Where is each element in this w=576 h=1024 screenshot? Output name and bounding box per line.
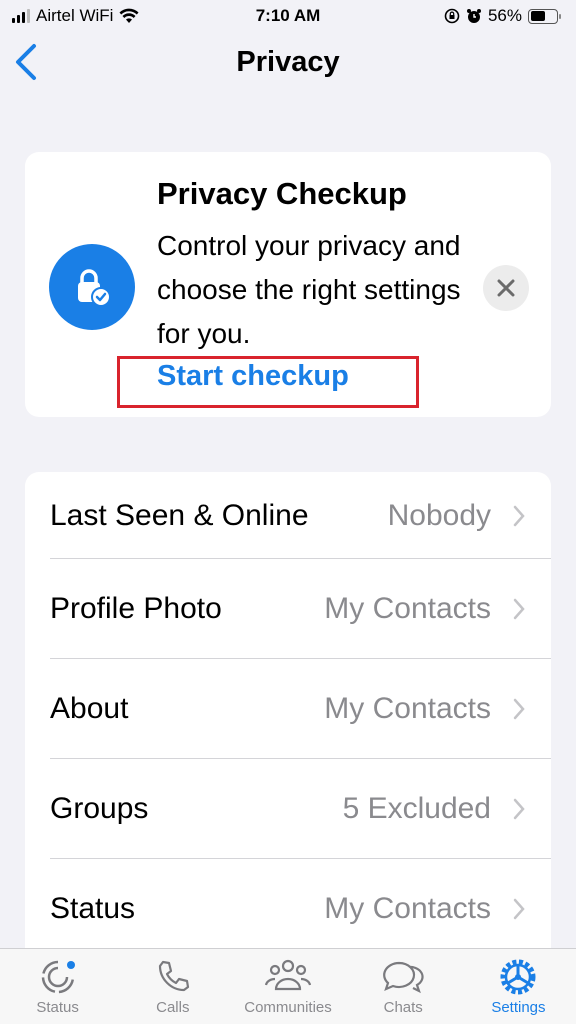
row-label: Profile Photo bbox=[50, 592, 222, 625]
rotation-lock-icon bbox=[444, 8, 460, 24]
dismiss-button[interactable] bbox=[483, 265, 529, 311]
row-label: Groups bbox=[50, 792, 149, 825]
tab-label: Calls bbox=[156, 999, 190, 1016]
row-label: Last Seen & Online bbox=[50, 498, 309, 532]
chevron-right-icon bbox=[513, 505, 525, 526]
row-value: 5 Excluded bbox=[342, 792, 491, 825]
chats-icon bbox=[383, 961, 424, 994]
page-title: Privacy bbox=[236, 46, 340, 78]
card-description: Control your privacy and choose the righ… bbox=[157, 230, 461, 349]
chevron-right-icon bbox=[513, 798, 525, 820]
tab-communities[interactable]: Communities bbox=[230, 949, 345, 1024]
setting-row-last-seen[interactable]: Last Seen & Online Nobody bbox=[25, 472, 551, 559]
row-value: My Contacts bbox=[324, 892, 491, 925]
setting-row-status[interactable]: Status My Contacts bbox=[25, 859, 551, 959]
card-title: Privacy Checkup bbox=[157, 176, 407, 211]
start-checkup-link[interactable]: Start checkup bbox=[157, 360, 349, 393]
chevron-right-icon bbox=[513, 598, 525, 620]
phone-icon bbox=[158, 960, 189, 992]
nav-bar: Privacy bbox=[0, 40, 576, 90]
alarm-icon bbox=[466, 9, 481, 23]
setting-row-profile-photo[interactable]: Profile Photo My Contacts bbox=[25, 559, 551, 659]
chevron-right-icon bbox=[513, 898, 525, 920]
status-bar: Airtel WiFi 7:10 AM 56% bbox=[0, 0, 576, 34]
lock-check-icon bbox=[49, 244, 135, 330]
row-value: My Contacts bbox=[324, 692, 491, 725]
battery-icon bbox=[528, 8, 561, 24]
row-label: Status bbox=[50, 892, 136, 925]
privacy-settings-list: Last Seen & Online Nobody Profile Photo … bbox=[25, 472, 551, 962]
tab-label: Communities bbox=[244, 999, 332, 1016]
communities-icon bbox=[264, 959, 312, 991]
close-icon bbox=[497, 279, 515, 297]
tab-status[interactable]: Status bbox=[0, 949, 115, 1024]
gear-icon bbox=[500, 959, 536, 995]
tab-chats[interactable]: Chats bbox=[346, 949, 461, 1024]
tab-label: Status bbox=[36, 999, 79, 1016]
setting-row-groups[interactable]: Groups 5 Excluded bbox=[25, 759, 551, 859]
tab-settings[interactable]: Settings bbox=[461, 949, 576, 1024]
tab-calls[interactable]: Calls bbox=[115, 949, 230, 1024]
row-value: My Contacts bbox=[324, 592, 491, 625]
chevron-right-icon bbox=[513, 698, 525, 720]
privacy-checkup-card: Privacy Checkup Control your privacy and… bbox=[25, 152, 551, 417]
tab-label: Chats bbox=[383, 999, 423, 1016]
battery-percent: 56% bbox=[487, 6, 522, 25]
tab-label: Settings bbox=[491, 999, 546, 1016]
tab-bar: Status Calls Communities Chats Settings bbox=[0, 948, 576, 1024]
row-label: About bbox=[50, 692, 129, 725]
setting-row-about[interactable]: About My Contacts bbox=[25, 659, 551, 759]
row-value: Nobody bbox=[387, 498, 491, 532]
status-icon bbox=[41, 960, 75, 994]
